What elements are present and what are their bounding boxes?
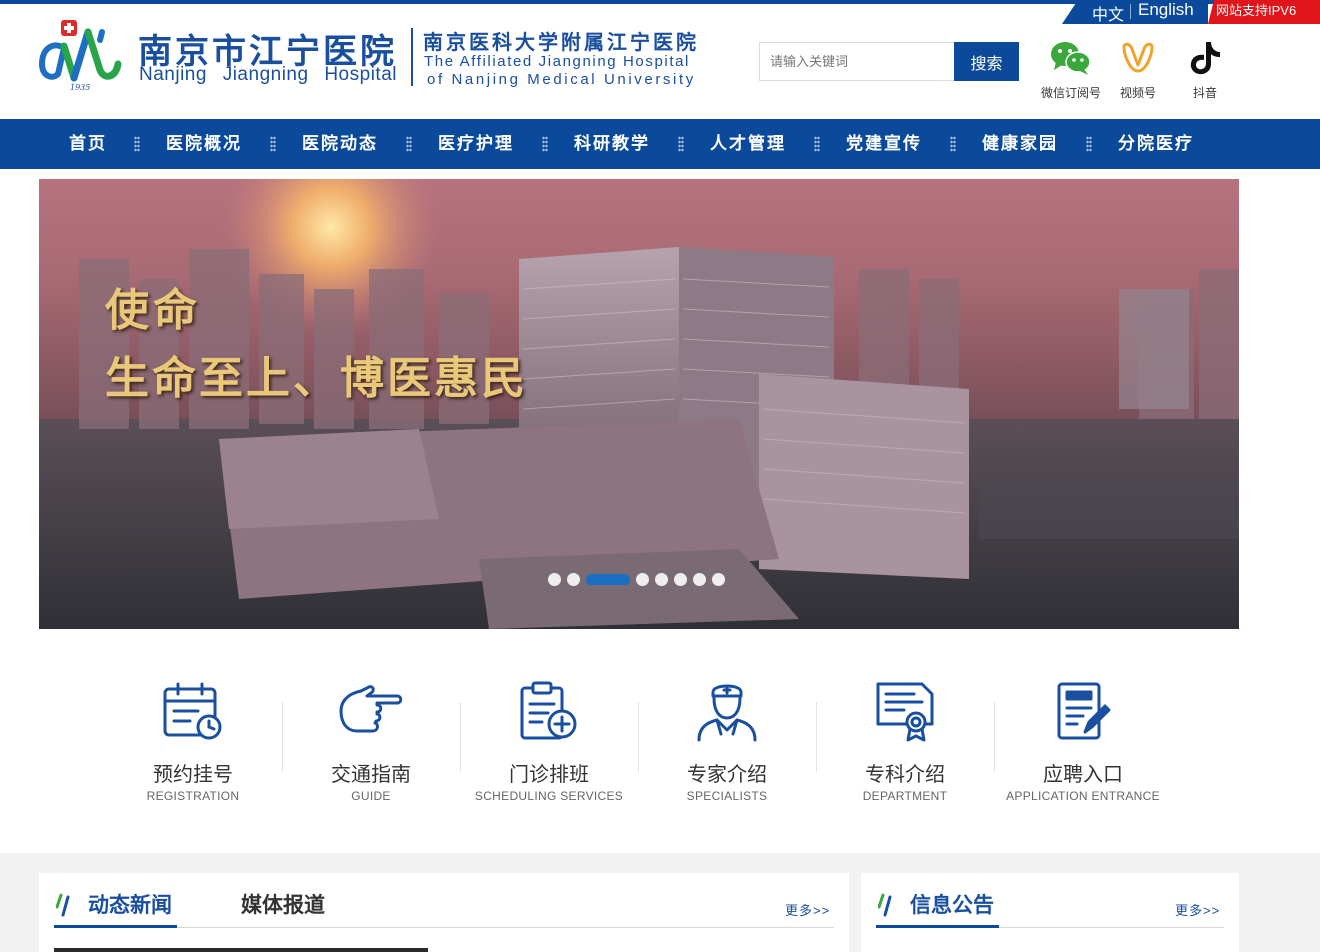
- nav-separator: [134, 136, 140, 152]
- quick-link-specialists[interactable]: 专家介绍 SPECIALISTS: [638, 680, 816, 803]
- logo-year: 1935: [70, 83, 90, 92]
- hospital-logo-icon[interactable]: 1935: [38, 18, 124, 94]
- nav-item-party[interactable]: 党建宣传: [840, 119, 928, 169]
- pointing-hand-icon: [339, 685, 403, 733]
- nav-item-branch[interactable]: 分院医疗: [1112, 119, 1200, 169]
- tab-news[interactable]: 动态新闻: [88, 889, 172, 919]
- quick-link-subtitle: REGISTRATION: [146, 789, 240, 803]
- social-channels[interactable]: 视频号: [1103, 38, 1173, 101]
- nav-item-medical[interactable]: 医疗护理: [432, 119, 520, 169]
- nav-separator: [678, 136, 684, 152]
- slide-dot[interactable]: [586, 573, 630, 585]
- section-mark-icon: [878, 893, 892, 917]
- quick-link-title: 预约挂号: [153, 764, 233, 786]
- slide-dot[interactable]: [636, 572, 649, 586]
- social-label: 抖音: [1192, 86, 1217, 100]
- hospital-name-en: Nanjing Jiangning Hospital: [139, 64, 397, 85]
- calendar-clock-icon: [163, 682, 222, 740]
- document-edit-icon: [1057, 682, 1111, 740]
- quick-link-registration[interactable]: 预约挂号 REGISTRATION: [104, 680, 282, 803]
- certificate-icon: [876, 682, 934, 742]
- search-button[interactable]: 搜索: [954, 42, 1019, 81]
- quick-link-department[interactable]: 专科介绍 DEPARTMENT: [816, 680, 994, 803]
- social-wechat[interactable]: 微信订阅号: [1036, 38, 1106, 101]
- news-more-link[interactable]: 更多>>: [785, 900, 830, 919]
- nav-item-health[interactable]: 健康家园: [976, 119, 1064, 169]
- notice-title-underline: [876, 925, 999, 928]
- notice-title[interactable]: 信息公告: [910, 889, 994, 919]
- nav-separator: [950, 136, 956, 152]
- social-label: 微信订阅号: [1040, 86, 1101, 100]
- hero-banner[interactable]: 使命 生命至上、博医惠民: [39, 179, 1239, 629]
- quick-link-subtitle: SCHEDULING SERVICES: [474, 789, 624, 803]
- language-bar: 中文 English 网站支持IPV6: [1062, 0, 1320, 24]
- quick-link-title: 专科介绍: [865, 764, 945, 786]
- quick-link-subtitle: APPLICATION ENTRANCE: [1006, 789, 1160, 803]
- clipboard-medical-icon: [520, 681, 577, 740]
- slide-dot[interactable]: [712, 572, 725, 586]
- section-mark-icon: [56, 893, 70, 917]
- douyin-icon: [1190, 42, 1220, 75]
- nav-item-research[interactable]: 科研教学: [568, 119, 656, 169]
- nav-separator: [542, 136, 548, 152]
- lang-en-link[interactable]: English: [1138, 0, 1194, 20]
- slide-indicators: [548, 572, 725, 586]
- active-tab-underline: [54, 925, 177, 928]
- quick-link-scheduling[interactable]: 门诊排班 SCHEDULING SERVICES: [460, 680, 638, 803]
- site-header: 1935 南京市江宁医院 Nanjing Jiangning Hospital …: [0, 0, 1320, 119]
- nav-separator: [270, 136, 276, 152]
- channels-icon: [1122, 42, 1154, 73]
- logo-divider: [411, 28, 413, 86]
- wechat-icon: [1051, 42, 1091, 75]
- slide-dot[interactable]: [655, 572, 668, 586]
- quick-link-subtitle: SPECIALISTS: [686, 789, 768, 803]
- social-douyin[interactable]: 抖音: [1170, 38, 1240, 101]
- lang-divider: [1130, 4, 1131, 19]
- search-input[interactable]: [759, 42, 955, 81]
- slide-dot[interactable]: [548, 572, 561, 586]
- quick-link-subtitle: GUIDE: [351, 789, 391, 803]
- quick-link-subtitle: DEPARTMENT: [862, 789, 948, 803]
- nav-item-talent[interactable]: 人才管理: [704, 119, 792, 169]
- affiliation-en-line1: The Affiliated Jiangning Hospital: [424, 53, 690, 70]
- slide-dot[interactable]: [693, 572, 706, 586]
- quick-link-application[interactable]: 应聘入口 APPLICATION ENTRANCE: [994, 680, 1172, 803]
- lang-zh-link[interactable]: 中文: [1092, 1, 1124, 25]
- affiliation-cn: 南京医科大学附属江宁医院: [423, 30, 699, 54]
- banner-slogan-line1: 使命: [105, 285, 201, 336]
- nav-separator: [1086, 136, 1092, 152]
- notice-more-link[interactable]: 更多>>: [1175, 900, 1220, 919]
- main-nav: 首页 医院概况 医院动态 医疗护理 科研教学 人才管理 党建宣传 健康家园 分院…: [0, 119, 1320, 169]
- doctor-icon: [697, 684, 757, 742]
- slide-dot[interactable]: [567, 572, 580, 586]
- quick-link-title: 门诊排班: [509, 764, 589, 786]
- nav-item-news[interactable]: 医院动态: [296, 119, 384, 169]
- nav-separator: [814, 136, 820, 152]
- nav-item-overview[interactable]: 医院概况: [160, 119, 248, 169]
- banner-slogan-line2: 生命至上、博医惠民: [105, 353, 528, 404]
- tab-media[interactable]: 媒体报道: [241, 889, 325, 919]
- quick-link-title: 应聘入口: [1043, 764, 1123, 786]
- nav-item-home[interactable]: 首页: [56, 119, 120, 169]
- slide-dot[interactable]: [674, 572, 687, 586]
- quick-link-title: 交通指南: [331, 764, 411, 786]
- news-image-edge: [54, 948, 428, 952]
- quick-link-guide[interactable]: 交通指南 GUIDE: [282, 680, 460, 803]
- affiliation-en-line2: of Nanjing Medical University: [427, 71, 696, 88]
- quick-link-title: 专家介绍: [687, 764, 767, 786]
- nav-separator: [406, 136, 412, 152]
- social-label: 视频号: [1119, 86, 1156, 100]
- ipv6-badge: 网站支持IPV6: [1208, 0, 1320, 24]
